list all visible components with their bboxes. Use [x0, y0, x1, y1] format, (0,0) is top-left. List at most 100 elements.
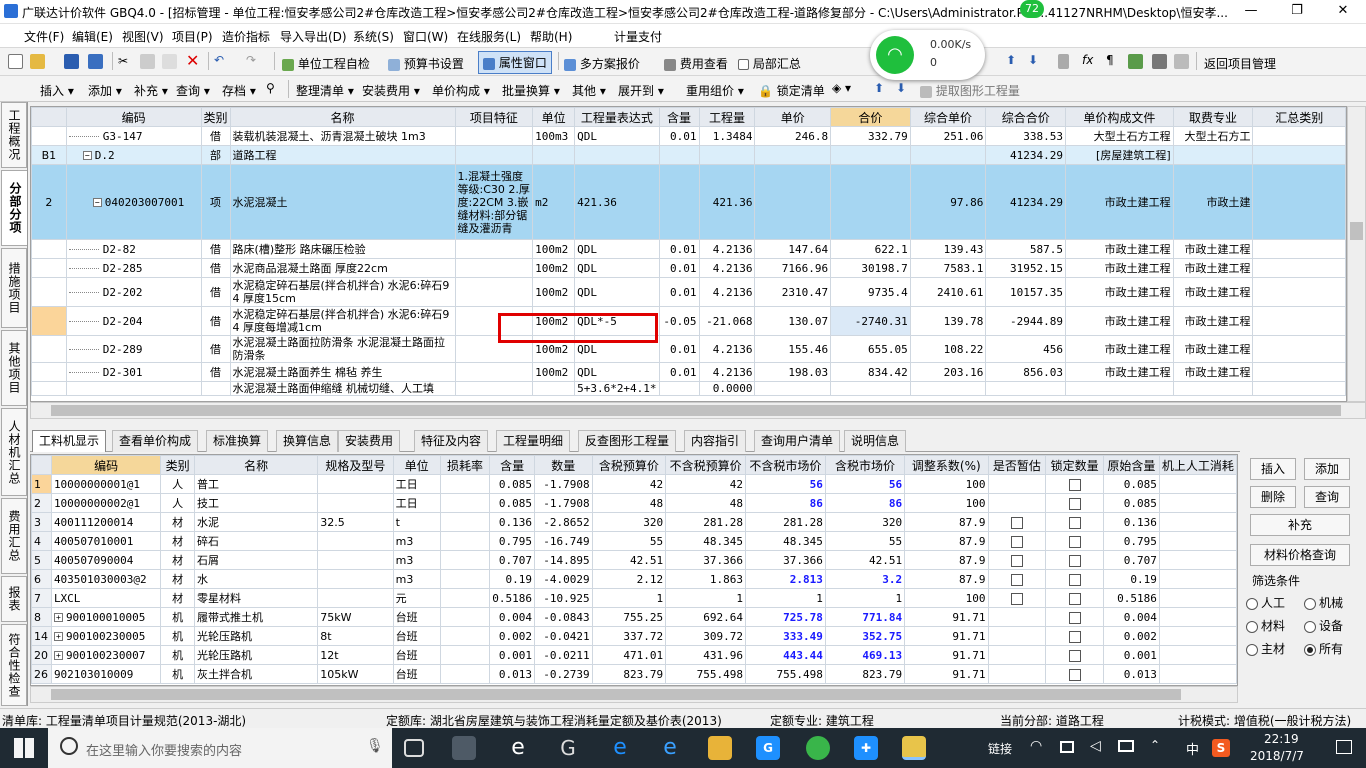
upper-cell-amt[interactable]: 4.2136	[698, 258, 756, 278]
upper-cell-type[interactable]: 借	[200, 277, 231, 307]
upper-cell-n[interactable]	[31, 126, 67, 146]
upper-cell-qty[interactable]: -0.05	[658, 306, 700, 336]
lower-cell-loss[interactable]	[439, 664, 491, 684]
self-check-button[interactable]: 单位工程自检	[282, 55, 370, 72]
open-folder-icon[interactable]	[30, 54, 45, 69]
back-to-project-button[interactable]: 返回项目管理	[1204, 55, 1276, 72]
lower-cell-p3[interactable]: 48.345	[745, 531, 826, 551]
upper-cell-total[interactable]: 332.79	[830, 126, 911, 146]
lower-cell-orig[interactable]: 0.002	[1103, 626, 1160, 646]
lower-col-header[interactable]: 含税市场价	[824, 455, 906, 475]
lower-cell-machine-labor[interactable]	[1158, 512, 1237, 532]
green-app-icon[interactable]	[806, 736, 830, 760]
unit-price-dropdown[interactable]: 单价构成 ▾	[432, 82, 490, 99]
lower-cell-code[interactable]: 403501030003@2	[50, 569, 162, 589]
upper-cell-amt[interactable]: 4.2136	[698, 239, 756, 259]
menu-system[interactable]: 系统(S)	[353, 28, 394, 45]
upper-cell-qty[interactable]: 0.01	[658, 362, 700, 382]
upper-cell-name[interactable]: 路床(槽)整形 路床碾压检验	[229, 239, 456, 259]
upper-cell-expr[interactable]	[574, 145, 660, 165]
upper-col-header[interactable]: 类别	[200, 107, 231, 127]
lower-cell-p3[interactable]: 86	[745, 493, 826, 513]
lower-col-header[interactable]: 不含税预算价	[665, 455, 746, 475]
provisional-checkbox[interactable]	[1010, 573, 1023, 586]
supplement-dropdown[interactable]: 补充 ▾	[134, 82, 168, 99]
sogou-ime-icon[interactable]: S	[1212, 739, 1230, 757]
lower-cell-loss[interactable]	[439, 626, 491, 646]
upper-table-row[interactable]: D2-204 借水泥稳定碎石基层(拌合机拌合) 水泥6:碎石94 厚度每增减1cm…	[31, 306, 1346, 336]
upper-cell-cp[interactable]: 97.86	[909, 164, 987, 240]
lower-cell-n[interactable]: 20	[31, 645, 52, 665]
lower-cell-qty[interactable]: 0.19	[489, 569, 535, 589]
lower-cell-p2[interactable]: 755.498	[665, 664, 746, 684]
lower-cell-name[interactable]: 碎石	[194, 531, 319, 551]
lower-cell-adj[interactable]: 87.9	[904, 569, 989, 589]
upper-cell-file[interactable]: 市政土建工程	[1065, 258, 1174, 278]
lower-cell-spec[interactable]	[317, 588, 394, 608]
lower-cell-machine-labor[interactable]	[1158, 607, 1237, 627]
upper-cell-major[interactable]: 市政土建工程	[1172, 335, 1254, 363]
tab-reverse-graphic-quantity[interactable]: 反查图形工程量	[578, 430, 677, 452]
upper-cell-major[interactable]: 市政土建工程	[1172, 362, 1254, 382]
lower-cell-p1[interactable]: 42.51	[591, 550, 667, 570]
lower-cell-p2[interactable]: 48	[665, 493, 746, 513]
lower-cell-num[interactable]: -10.925	[533, 588, 593, 608]
upper-cell-total[interactable]: 834.42	[830, 362, 911, 382]
lock-quantity-checkbox[interactable]	[1068, 668, 1081, 681]
lower-cell-type[interactable]: 材	[160, 512, 196, 532]
upper-cell-code[interactable]: D2-204	[65, 306, 202, 336]
upper-cell-major[interactable]: 市政土建	[1172, 164, 1254, 240]
upper-table-row[interactable]: 水泥混凝土路面伸缩缝 机械切缝、人工填 5+3.6*2+4.1* 0.0000	[31, 381, 1346, 396]
lower-cell-est[interactable]	[987, 531, 1047, 551]
lower-cell-type[interactable]: 材	[160, 550, 196, 570]
upper-cell-major[interactable]	[1172, 145, 1254, 165]
lower-cell-unit[interactable]: t	[392, 512, 441, 532]
upper-cell-unit[interactable]: 100m2	[532, 239, 576, 259]
upper-cell-price[interactable]: 2310.47	[754, 277, 832, 307]
upper-cell-cp[interactable]: 139.78	[909, 306, 987, 336]
lock-quantity-checkbox[interactable]	[1068, 478, 1081, 491]
upper-cell-code[interactable]: D2-289	[65, 335, 202, 363]
upper-cell-file[interactable]: 市政土建工程	[1065, 277, 1174, 307]
lower-cell-orig[interactable]: 0.795	[1103, 531, 1160, 551]
lower-cell-code[interactable]: 10000000001@1	[50, 474, 162, 494]
lower-cell-unit[interactable]: 台班	[392, 607, 441, 627]
lower-cell-unit[interactable]: 工日	[392, 493, 441, 513]
lower-cell-adj[interactable]: 100	[904, 588, 989, 608]
upper-cell-amt[interactable]: 4.2136	[698, 277, 756, 307]
lower-cell-p3[interactable]: 56	[745, 474, 826, 494]
upper-cell-name[interactable]: 水泥混凝土路面拉防滑条 水泥混凝土路面拉防滑条	[229, 335, 456, 363]
upper-cell-qty[interactable]: 0.01	[658, 258, 700, 278]
lower-cell-est[interactable]	[987, 626, 1047, 646]
layers-icon[interactable]	[1152, 54, 1167, 69]
lower-cell-p4[interactable]: 86	[824, 493, 906, 513]
taskbar-search-box[interactable]: 在这里输入你要搜索的内容 🎙	[48, 728, 392, 768]
lower-cell-p1[interactable]: 337.72	[591, 626, 667, 646]
lower-cell-spec[interactable]: 32.5	[317, 512, 394, 532]
upper-cell-feat[interactable]	[454, 239, 534, 259]
tray-volume-icon[interactable]: ◁	[1090, 738, 1101, 754]
lower-cell-p2[interactable]: 1.863	[665, 569, 746, 589]
upper-table-row[interactable]: D2-301 借水泥混凝土路面养生 棉毡 养生 100m2 QDL 0.01 4.2136…	[31, 362, 1346, 382]
lower-cell-p2[interactable]: 37.366	[665, 550, 746, 570]
lower-col-header[interactable]: 调整系数(%)	[904, 455, 989, 475]
lower-cell-name[interactable]: 水泥	[194, 512, 319, 532]
upper-cell-price[interactable]	[754, 164, 832, 240]
delete-button[interactable]: 删除	[1250, 486, 1296, 508]
lower-cell-spec[interactable]	[317, 531, 394, 551]
lower-cell-machine-labor[interactable]	[1158, 550, 1237, 570]
lower-cell-code[interactable]: +900100230005	[50, 626, 162, 646]
lower-cell-p3[interactable]: 37.366	[745, 550, 826, 570]
upper-col-header[interactable]: 综合合价	[985, 107, 1067, 127]
lower-cell-qty[interactable]: 0.004	[489, 607, 535, 627]
lower-cell-num[interactable]: -4.0029	[533, 569, 593, 589]
upper-cell-cp[interactable]: 251.06	[909, 126, 987, 146]
lower-cell-p1[interactable]: 55	[591, 531, 667, 551]
lower-cell-code[interactable]: LXCL	[50, 588, 162, 608]
upper-cell-feat[interactable]	[454, 362, 534, 382]
batch-convert-dropdown[interactable]: 批量换算 ▾	[502, 82, 560, 99]
upper-cell-name[interactable]: 水泥稳定碎石基层(拌合机拌合) 水泥6:碎石94 厚度每增减1cm	[229, 306, 456, 336]
lower-cell-name[interactable]: 技工	[194, 493, 319, 513]
lower-cell-machine-labor[interactable]	[1158, 664, 1237, 684]
lower-cell-p4[interactable]: 42.51	[824, 550, 906, 570]
